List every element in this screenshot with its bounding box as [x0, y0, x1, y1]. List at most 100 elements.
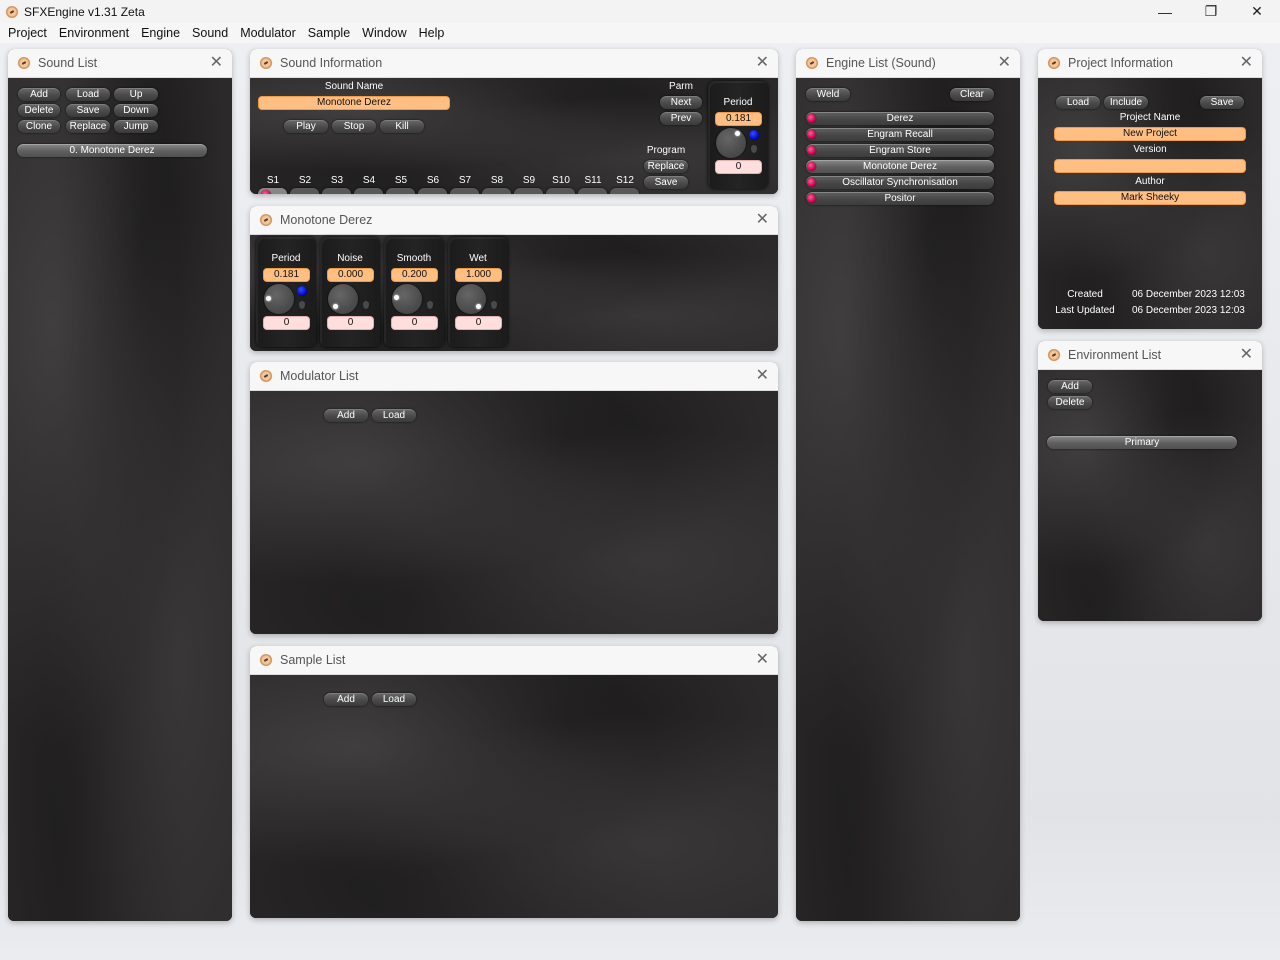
engine-enabled-led-icon[interactable]	[807, 146, 816, 155]
close-icon[interactable]: ✕	[756, 55, 769, 71]
sound-slot-11[interactable]	[578, 188, 607, 194]
engine-list-item[interactable]: Engram Store	[806, 144, 994, 157]
menu-sound[interactable]: Sound	[186, 26, 234, 40]
save-project-button[interactable]: Save	[1200, 96, 1244, 109]
play-button[interactable]: Play	[284, 120, 328, 133]
sound-slot-8[interactable]	[482, 188, 511, 194]
version-input[interactable]	[1054, 159, 1246, 173]
author-input[interactable]: Mark Sheeky	[1054, 191, 1246, 205]
sound-slot-10[interactable]	[546, 188, 575, 194]
close-icon[interactable]: ✕	[756, 652, 769, 668]
knob-mod-field[interactable]: 0	[327, 316, 374, 330]
close-icon[interactable]: ✕	[1240, 55, 1253, 71]
engine-list-item[interactable]: Monotone Derez	[806, 160, 994, 173]
sound-slot-7[interactable]	[450, 188, 479, 194]
panel-header[interactable]: Monotone Derez ✕	[250, 206, 778, 235]
knob-mod-field[interactable]: 0	[391, 316, 438, 330]
sound-slot-1[interactable]: MsZ	[258, 188, 287, 194]
move-up-button[interactable]: Up	[114, 88, 158, 101]
program-save-button[interactable]: Save	[644, 176, 688, 189]
clear-button[interactable]: Clear	[950, 88, 994, 101]
sound-slot-9[interactable]	[514, 188, 543, 194]
stop-button[interactable]: Stop	[332, 120, 376, 133]
add-sound-button[interactable]: Add	[18, 88, 60, 101]
close-window-button[interactable]: ✕	[1234, 0, 1280, 23]
delete-environment-button[interactable]: Delete	[1048, 396, 1092, 409]
panel-header[interactable]: Engine List (Sound) ✕	[796, 49, 1020, 78]
panel-header[interactable]: Project Information ✕	[1038, 49, 1262, 78]
kill-button[interactable]: Kill	[380, 120, 424, 133]
menu-engine[interactable]: Engine	[135, 26, 186, 40]
maximize-button[interactable]: ❐	[1188, 0, 1234, 23]
load-sound-button[interactable]: Load	[66, 88, 110, 101]
knob-value-field[interactable]: 0.181	[263, 268, 310, 282]
next-parm-button[interactable]: Next	[660, 96, 702, 109]
weld-button[interactable]: Weld	[806, 88, 850, 101]
engine-list-item[interactable]: Oscillator Synchronisation	[806, 176, 994, 189]
knob-value-field[interactable]: 0.000	[327, 268, 374, 282]
menu-environment[interactable]: Environment	[53, 26, 135, 40]
knob-mod-field[interactable]: 0	[455, 316, 502, 330]
add-sample-button[interactable]: Add	[324, 693, 368, 706]
rotary-knob[interactable]	[392, 284, 422, 314]
rotary-knob[interactable]	[328, 284, 358, 314]
add-modulator-button[interactable]: Add	[324, 409, 368, 422]
clone-sound-button[interactable]: Clone	[18, 120, 60, 133]
load-sample-button[interactable]: Load	[372, 693, 416, 706]
replace-sound-button[interactable]: Replace	[66, 120, 110, 133]
sound-list-item[interactable]: 0. Monotone Derez	[17, 144, 207, 157]
move-down-button[interactable]: Down	[114, 104, 158, 117]
close-icon[interactable]: ✕	[210, 55, 223, 71]
project-name-input[interactable]: New Project	[1054, 127, 1246, 141]
menu-window[interactable]: Window	[356, 26, 412, 40]
save-sound-button[interactable]: Save	[66, 104, 110, 117]
sound-slot-4[interactable]	[354, 188, 383, 194]
close-icon[interactable]: ✕	[1240, 347, 1253, 363]
parameter-knob[interactable]	[716, 128, 746, 158]
parameter-value-field[interactable]: 0.181	[715, 112, 762, 126]
sound-slot-5[interactable]	[386, 188, 415, 194]
minimize-button[interactable]: —	[1142, 0, 1188, 23]
menu-sample[interactable]: Sample	[302, 26, 356, 40]
close-icon[interactable]: ✕	[756, 368, 769, 384]
close-icon[interactable]: ✕	[998, 55, 1011, 71]
load-project-button[interactable]: Load	[1056, 96, 1100, 109]
panel-header[interactable]: Environment List ✕	[1038, 341, 1262, 370]
panel-body: Weld Clear Derez Engram Recall Engram Stor…	[796, 78, 1020, 921]
menu-project[interactable]: Project	[2, 26, 53, 40]
prev-parm-button[interactable]: Prev	[660, 112, 702, 125]
engine-enabled-led-icon[interactable]	[807, 114, 816, 123]
delete-sound-button[interactable]: Delete	[18, 104, 60, 117]
program-replace-button[interactable]: Replace	[644, 160, 688, 173]
menu-modulator[interactable]: Modulator	[234, 26, 302, 40]
knob-value-field[interactable]: 1.000	[455, 268, 502, 282]
parameter-mod-field[interactable]: 0	[715, 160, 762, 174]
menu-help[interactable]: Help	[413, 26, 451, 40]
sound-slot-3[interactable]	[322, 188, 351, 194]
sound-slot-6[interactable]	[418, 188, 447, 194]
environment-list-item[interactable]: Primary	[1047, 436, 1237, 449]
load-modulator-button[interactable]: Load	[372, 409, 416, 422]
panel-header[interactable]: Modulator List ✕	[250, 362, 778, 391]
sound-name-input[interactable]: Monotone Derez	[258, 96, 450, 110]
add-environment-button[interactable]: Add	[1048, 380, 1092, 393]
sound-slot-2[interactable]	[290, 188, 319, 194]
engine-enabled-led-icon[interactable]	[807, 194, 816, 203]
engine-list-item[interactable]: Engram Recall	[806, 128, 994, 141]
panel-header[interactable]: Sample List ✕	[250, 646, 778, 675]
rotary-knob[interactable]	[456, 284, 486, 314]
knob-value-field[interactable]: 0.200	[391, 268, 438, 282]
panel-header[interactable]: Sound Information ✕	[250, 49, 778, 78]
include-project-button[interactable]: Include	[1104, 96, 1148, 109]
close-icon[interactable]: ✕	[756, 212, 769, 228]
engine-enabled-led-icon[interactable]	[807, 130, 816, 139]
jump-button[interactable]: Jump	[114, 120, 158, 133]
knob-mod-field[interactable]: 0	[263, 316, 310, 330]
engine-enabled-led-icon[interactable]	[807, 178, 816, 187]
panel-header[interactable]: Sound List ✕	[8, 49, 232, 78]
sound-slot-12[interactable]	[610, 188, 639, 194]
engine-list-item[interactable]: Derez	[806, 112, 994, 125]
engine-list-item[interactable]: Positor	[806, 192, 994, 205]
rotary-knob[interactable]	[264, 284, 294, 314]
engine-enabled-led-icon[interactable]	[807, 162, 816, 171]
